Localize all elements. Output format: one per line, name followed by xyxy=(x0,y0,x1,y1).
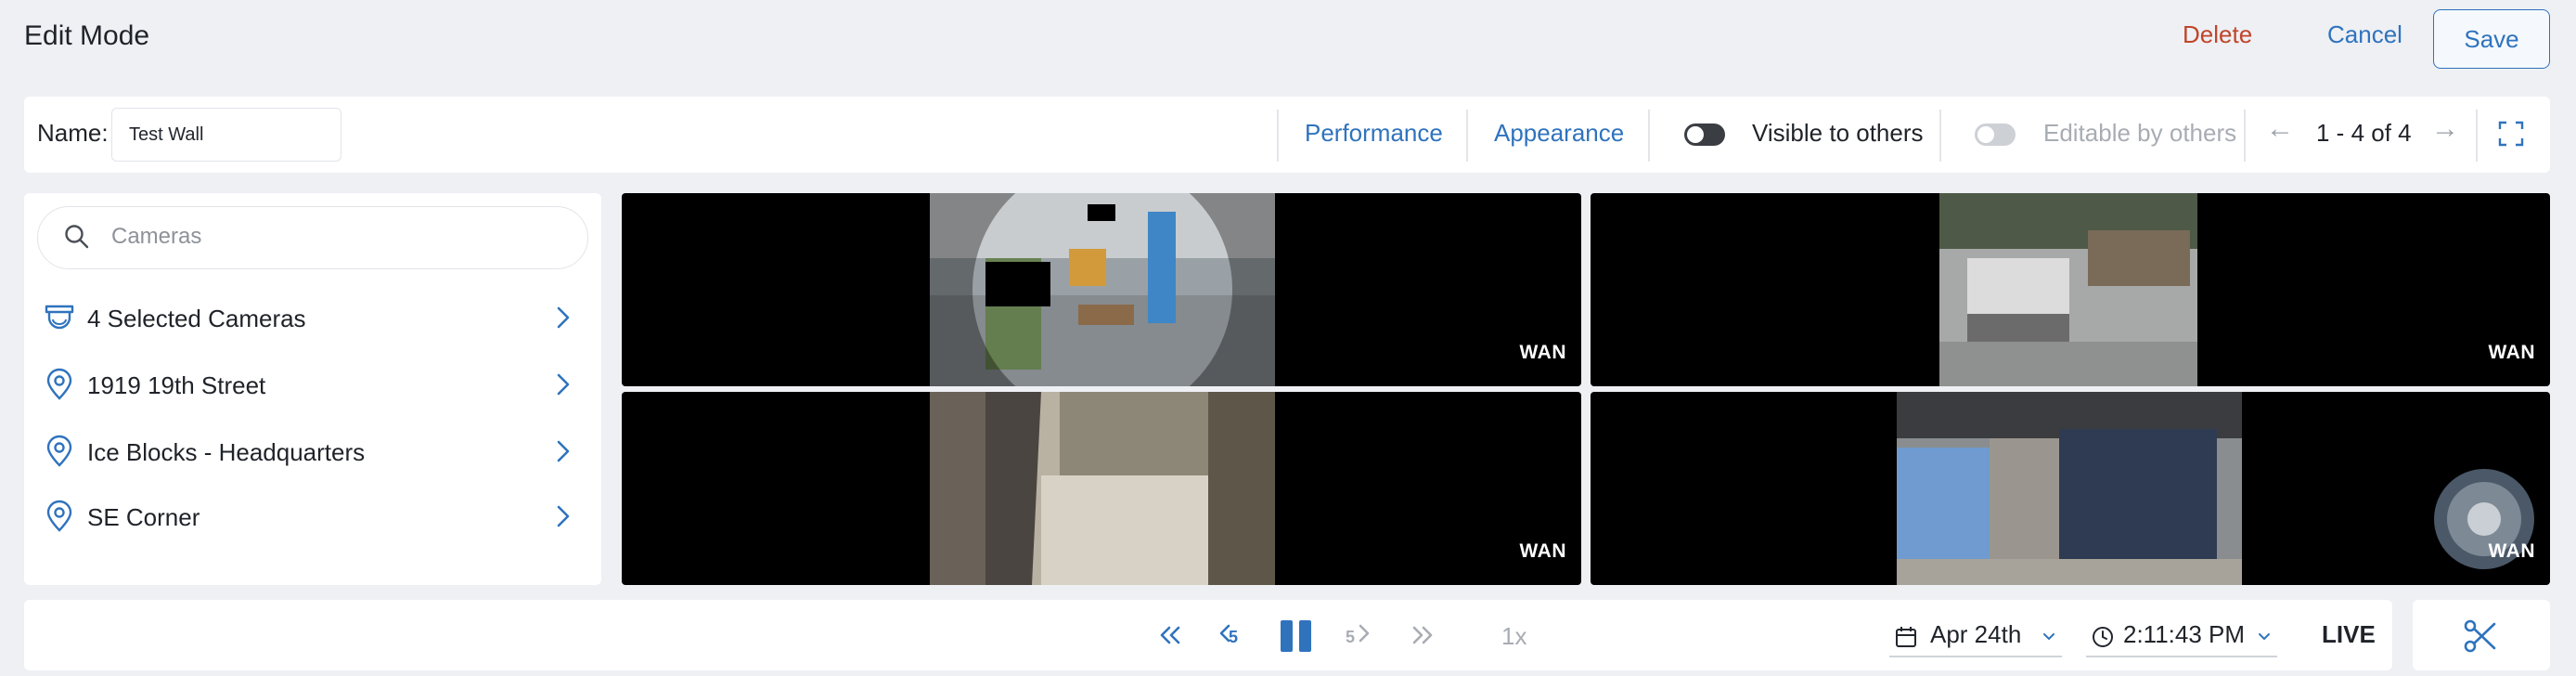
connection-badge: WAN xyxy=(1519,342,1566,363)
list-item-label: 4 Selected Cameras xyxy=(87,305,306,332)
performance-button[interactable]: Performance xyxy=(1305,119,1443,148)
toolbar-divider xyxy=(1939,110,1941,162)
list-item-label: Ice Blocks - Headquarters xyxy=(87,438,366,466)
list-item-selected-cameras[interactable]: 4 Selected Cameras xyxy=(37,284,588,349)
camera-feed-image xyxy=(930,392,1275,585)
toolbar-divider xyxy=(1277,110,1279,162)
camera-feed-image xyxy=(930,193,1275,386)
skip-forward-icon[interactable] xyxy=(1353,617,1373,654)
search-icon xyxy=(65,225,89,249)
camera-tile[interactable]: WAN xyxy=(622,392,1581,585)
pause-icon[interactable] xyxy=(1279,617,1314,654)
camera-search-input[interactable] xyxy=(111,221,557,253)
calendar-icon xyxy=(1896,627,1916,647)
chevron-right-icon xyxy=(557,505,570,527)
jump-forward-icon[interactable] xyxy=(1410,617,1436,654)
list-item-label: SE Corner xyxy=(87,503,200,531)
jump-back-icon[interactable] xyxy=(1156,617,1182,654)
toggle-knob xyxy=(1977,126,1994,143)
toolbar-divider xyxy=(2244,110,2246,162)
pager-text: 1 - 4 of 4 xyxy=(2316,119,2412,147)
editable-by-others-toggle[interactable] xyxy=(1975,124,2016,146)
chevron-right-icon xyxy=(557,306,570,329)
camera-feed-image xyxy=(1939,193,2197,386)
chevron-down-icon xyxy=(2259,633,2270,641)
toggle-knob xyxy=(1687,126,1704,143)
appearance-button[interactable]: Appearance xyxy=(1494,119,1624,148)
date-select[interactable]: Apr 24th xyxy=(1889,617,2062,657)
arrow-left-icon[interactable]: ← xyxy=(2266,113,2294,145)
camera-feed-image xyxy=(1897,392,2242,585)
camera-tile[interactable]: WAN xyxy=(1591,193,2550,386)
clock-icon xyxy=(2093,627,2113,647)
camera-tile[interactable]: WAN xyxy=(1591,392,2550,585)
connection-badge: WAN xyxy=(2488,342,2535,363)
connection-badge: WAN xyxy=(1519,540,1566,562)
chevron-down-icon xyxy=(2043,633,2054,641)
page-title: Edit Mode xyxy=(24,20,150,51)
skip-back-step: 5 xyxy=(1229,628,1239,646)
toolbar-divider xyxy=(2476,110,2478,162)
list-item-location[interactable]: 1919 19th Street xyxy=(37,351,588,416)
save-button[interactable]: Save xyxy=(2433,9,2550,69)
camera-dome-icon xyxy=(45,305,74,330)
connection-badge: WAN xyxy=(2488,540,2535,562)
time-value: 2:11:43 PM xyxy=(2123,620,2246,648)
editable-by-others-label: Editable by others xyxy=(2043,119,2237,147)
visible-to-others-toggle[interactable] xyxy=(1684,124,1725,146)
cancel-button[interactable]: Cancel xyxy=(2327,20,2402,49)
toolbar-divider xyxy=(1648,110,1650,162)
date-value: Apr 24th xyxy=(1930,620,2022,648)
chevron-right-icon xyxy=(557,440,570,462)
live-button[interactable]: LIVE xyxy=(2322,620,2376,649)
time-select[interactable]: 2:11:43 PM xyxy=(2086,617,2277,657)
list-item-location[interactable]: Ice Blocks - Headquarters xyxy=(37,418,588,483)
location-pin-icon xyxy=(46,500,72,532)
list-item-label: 1919 19th Street xyxy=(87,371,266,399)
delete-button[interactable]: Delete xyxy=(2183,20,2252,49)
name-label: Name: xyxy=(37,119,109,147)
toolbar-divider xyxy=(1466,110,1468,162)
wall-name-input[interactable] xyxy=(111,108,341,162)
playback-speed[interactable]: 1x xyxy=(1501,622,1526,651)
visible-to-others-label: Visible to others xyxy=(1752,119,1924,147)
scissors-icon[interactable] xyxy=(2463,618,2498,654)
location-pin-icon xyxy=(46,435,72,467)
fullscreen-icon[interactable] xyxy=(2498,121,2524,147)
arrow-right-icon[interactable]: → xyxy=(2431,113,2459,145)
location-pin-icon xyxy=(46,368,72,400)
list-item-location[interactable]: SE Corner xyxy=(37,483,588,548)
camera-tile[interactable]: WAN xyxy=(622,193,1581,386)
chevron-right-icon xyxy=(557,373,570,396)
